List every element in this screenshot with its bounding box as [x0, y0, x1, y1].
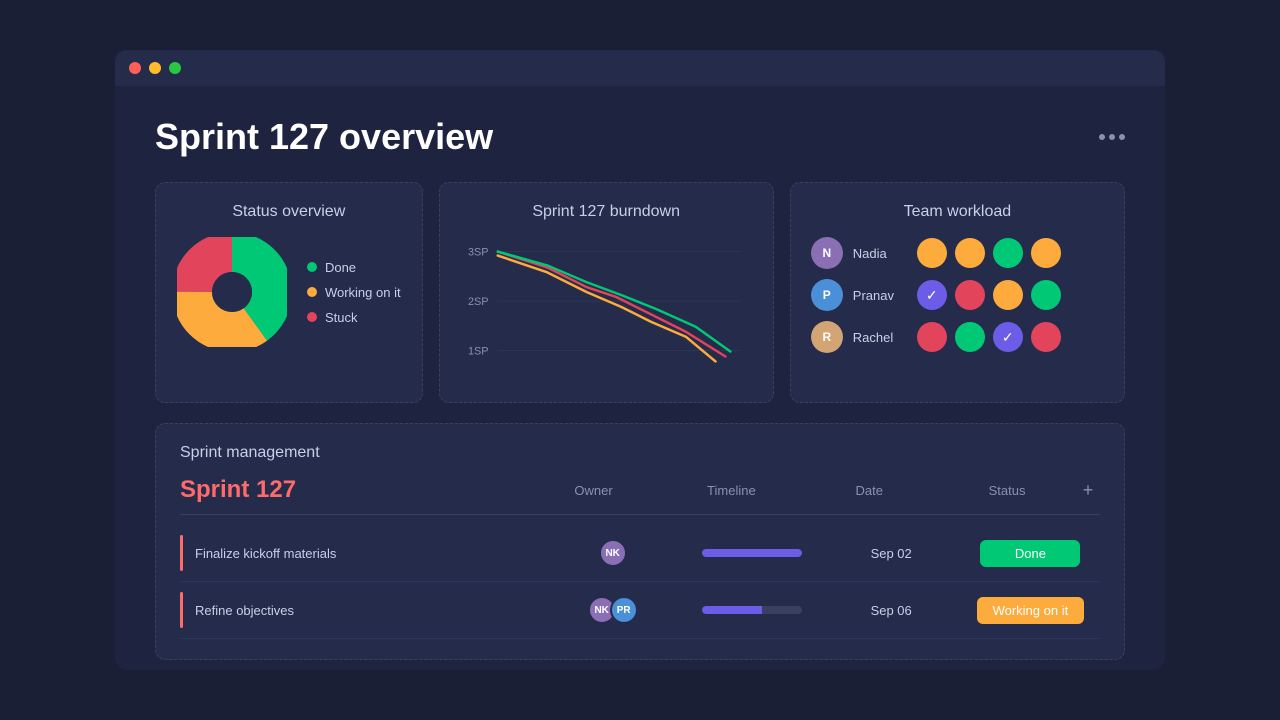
timeline-fill-2 — [702, 606, 762, 614]
avatar-rachel: R — [811, 321, 843, 353]
sprint-header: Sprint 127 Owner Timeline Date Status + — [180, 476, 1100, 504]
more-menu-button[interactable] — [1099, 134, 1125, 140]
pie-chart — [177, 237, 287, 347]
legend-done-dot — [307, 262, 317, 272]
titlebar — [115, 50, 1165, 86]
rachel-dot-1[interactable] — [917, 322, 947, 352]
pranav-dot-1[interactable]: ✓ — [917, 280, 947, 310]
burndown-chart: 3SP 2SP 1SP — [460, 237, 753, 382]
nadia-dot-2[interactable] — [955, 238, 985, 268]
timeline-bar-1 — [702, 549, 802, 557]
legend-stuck-dot — [307, 312, 317, 322]
page-header: Sprint 127 overview — [155, 116, 1125, 158]
workload-members: N Nadia P — [811, 237, 1104, 353]
burndown-svg: 3SP 2SP 1SP — [468, 237, 745, 377]
minimize-dot[interactable] — [149, 62, 161, 74]
legend-stuck: Stuck — [307, 310, 401, 325]
status-legend: Done Working on it Stuck — [307, 260, 401, 325]
pranav-status-dots: ✓ — [917, 280, 1061, 310]
task-date-2: Sep 06 — [822, 603, 961, 618]
task-bar-2 — [180, 592, 183, 628]
timeline-partial-2 — [702, 606, 802, 614]
cards-row: Status overview — [155, 182, 1125, 403]
svg-text:2SP: 2SP — [468, 296, 489, 308]
workload-row-rachel: R Rachel ✓ — [811, 321, 1104, 353]
rachel-dot-4[interactable] — [1031, 322, 1061, 352]
nadia-dot-1[interactable] — [917, 238, 947, 268]
sprint-management-card: Sprint management Sprint 127 Owner Timel… — [155, 423, 1125, 660]
legend-working-dot — [307, 287, 317, 297]
avatar-nadia: N — [811, 237, 843, 269]
avatar-pranav: P — [811, 279, 843, 311]
burndown-card: Sprint 127 burndown 3SP 2SP 1SP — [439, 182, 774, 403]
avatar-img-nadia: N — [811, 237, 843, 269]
col-date: Date — [800, 483, 938, 498]
svg-text:1SP: 1SP — [468, 346, 489, 358]
pranav-dot-3[interactable] — [993, 280, 1023, 310]
burndown-title: Sprint 127 burndown — [460, 203, 753, 221]
task-status-1: Done — [961, 540, 1100, 567]
workload-row-pranav: P Pranav ✓ — [811, 279, 1104, 311]
sprint-name: Sprint 127 — [180, 476, 525, 504]
rachel-dot-3[interactable]: ✓ — [993, 322, 1023, 352]
avatar-img-pranav: P — [811, 279, 843, 311]
owner-avatar-2b: PR — [610, 596, 638, 624]
task-name-2: Refine objectives — [195, 603, 543, 618]
status-overview-card: Status overview — [155, 182, 423, 403]
workload-row-nadia: N Nadia — [811, 237, 1104, 269]
timeline-fill-1 — [702, 549, 802, 557]
task-owner-1: NK — [543, 539, 682, 567]
nadia-dot-4[interactable] — [1031, 238, 1061, 268]
pranav-dot-2[interactable] — [955, 280, 985, 310]
task-timeline-1 — [682, 549, 821, 557]
app-window: Sprint 127 overview Status overview — [115, 50, 1165, 670]
pie-svg — [177, 237, 287, 347]
more-dot-3 — [1119, 134, 1125, 140]
rachel-dot-2[interactable] — [955, 322, 985, 352]
task-owner-avatars-1: NK — [599, 539, 627, 567]
workload-title: Team workload — [811, 203, 1104, 221]
workload-card: Team workload N Nadia — [790, 182, 1125, 403]
avatar-img-rachel: R — [811, 321, 843, 353]
owner-avatar-1a: NK — [599, 539, 627, 567]
page-title: Sprint 127 overview — [155, 116, 493, 158]
maximize-dot[interactable] — [169, 62, 181, 74]
svg-text:3SP: 3SP — [468, 247, 489, 259]
more-dot-2 — [1109, 134, 1115, 140]
close-dot[interactable] — [129, 62, 141, 74]
main-content: Sprint 127 overview Status overview — [115, 86, 1165, 670]
management-title: Sprint management — [180, 444, 1100, 462]
pranav-dot-4[interactable] — [1031, 280, 1061, 310]
legend-done: Done — [307, 260, 401, 275]
col-timeline: Timeline — [662, 483, 800, 498]
status-badge-2[interactable]: Working on it — [977, 597, 1085, 624]
nadia-status-dots — [917, 238, 1061, 268]
legend-working: Working on it — [307, 285, 401, 300]
task-bar-1 — [180, 535, 183, 571]
person-name-pranav: Pranav — [853, 288, 903, 303]
add-column-button[interactable]: + — [1076, 480, 1100, 501]
col-owner: Owner — [525, 483, 663, 498]
status-overview-title: Status overview — [176, 203, 402, 221]
task-row-2: Refine objectives NK PR Sep 06 Working o… — [180, 582, 1100, 639]
divider-1 — [180, 514, 1100, 515]
status-overview-content: Done Working on it Stuck — [176, 237, 402, 347]
task-timeline-2 — [682, 606, 821, 614]
task-owner-avatars-2: NK PR — [588, 596, 638, 624]
task-date-1: Sep 02 — [822, 546, 961, 561]
col-status: Status — [938, 483, 1076, 498]
task-row-1: Finalize kickoff materials NK Sep 02 Don… — [180, 525, 1100, 582]
nadia-dot-3[interactable] — [993, 238, 1023, 268]
person-name-rachel: Rachel — [853, 330, 903, 345]
status-badge-1[interactable]: Done — [980, 540, 1080, 567]
rachel-status-dots: ✓ — [917, 322, 1061, 352]
task-owner-2: NK PR — [543, 596, 682, 624]
task-status-2: Working on it — [961, 597, 1100, 624]
task-name-1: Finalize kickoff materials — [195, 546, 543, 561]
more-dot-1 — [1099, 134, 1105, 140]
person-name-nadia: Nadia — [853, 246, 903, 261]
